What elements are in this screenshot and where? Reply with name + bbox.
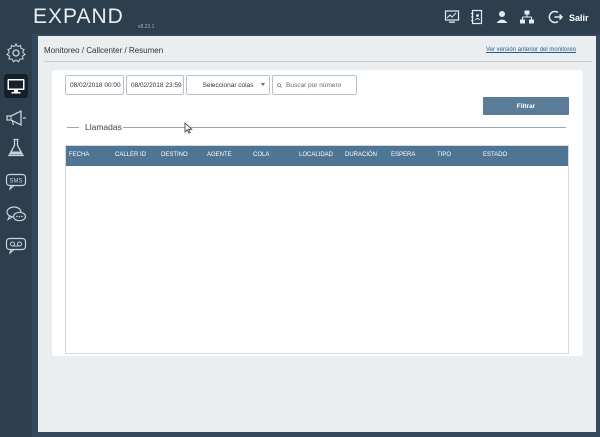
breadcrumb: Monitoreo / Callcenter / Resumen <box>44 46 164 55</box>
filter-button[interactable]: Filtrar <box>483 97 569 115</box>
table-header: FECHA CALLER ID DESTINO AGENTE COLA LOCA… <box>66 146 568 166</box>
logout-button[interactable]: Salir <box>569 13 589 23</box>
chat-bubbles-icon <box>6 206 27 222</box>
queue-select-label: Seleccionar colas <box>202 81 254 89</box>
column-header-localidad[interactable]: LOCALIDAD <box>299 152 333 158</box>
app-version: v8.22.1 <box>138 24 155 30</box>
date-to-value: 08/02/2018 23:59 <box>131 81 182 89</box>
calls-table: FECHA CALLER ID DESTINO AGENTE COLA LOCA… <box>65 145 569 354</box>
org-chart-icon[interactable] <box>519 9 535 25</box>
flask-icon <box>7 138 25 157</box>
sidebar-item-lab[interactable] <box>4 136 28 160</box>
logout-icon[interactable] <box>548 9 564 25</box>
column-header-cola[interactable]: COLA <box>253 152 269 158</box>
sidebar-item-settings[interactable] <box>4 41 28 65</box>
column-header-agente[interactable]: AGENTE <box>207 152 232 158</box>
sms-icon: SMS <box>5 173 27 191</box>
top-bar: EXPAND v8.22.1 Salir <box>0 0 600 34</box>
megaphone-icon <box>6 109 26 127</box>
date-from-input[interactable]: 08/02/2018 00:00 <box>65 75 124 95</box>
column-header-duracion[interactable]: DURACIÓN <box>345 152 377 158</box>
column-header-tipo[interactable]: TIPO <box>437 152 451 158</box>
section-divider-left <box>67 127 79 128</box>
header-divider <box>44 61 592 62</box>
monitor-icon <box>7 79 25 94</box>
column-header-fecha[interactable]: FECHA <box>69 152 89 158</box>
sidebar: SMS <box>0 34 32 437</box>
search-input[interactable] <box>286 81 356 89</box>
column-header-estado[interactable]: ESTADO <box>483 152 507 158</box>
old-version-link[interactable]: Ver versión anterior del monitoreo <box>486 47 576 53</box>
search-icon <box>277 82 282 88</box>
gear-icon <box>6 42 26 63</box>
app-logo: EXPAND <box>33 5 124 28</box>
column-header-destino[interactable]: DESTINO <box>161 152 188 158</box>
sidebar-item-voicemail[interactable] <box>4 233 28 257</box>
monitor-chart-icon[interactable] <box>444 9 460 25</box>
queue-select[interactable]: Seleccionar colas <box>186 75 270 95</box>
search-field[interactable] <box>272 75 357 95</box>
sidebar-item-chat[interactable] <box>4 202 28 226</box>
sidebar-item-monitoring[interactable] <box>4 74 28 98</box>
contacts-book-icon[interactable] <box>469 9 485 25</box>
svg-text:SMS: SMS <box>9 179 22 185</box>
sidebar-item-sms[interactable]: SMS <box>4 169 28 193</box>
chevron-down-icon <box>261 83 265 86</box>
mouse-cursor-icon <box>184 122 193 134</box>
date-to-input[interactable]: 08/02/2018 23:59 <box>126 75 184 95</box>
calls-section-title: Llamadas <box>85 122 122 132</box>
user-icon[interactable] <box>494 9 510 25</box>
voicemail-icon <box>5 237 27 255</box>
sidebar-item-campaigns[interactable] <box>4 106 28 130</box>
column-header-espera[interactable]: ESPERA <box>391 152 415 158</box>
column-header-caller-id[interactable]: CALLER ID <box>115 152 146 158</box>
date-from-value: 08/02/2018 00:00 <box>70 81 121 89</box>
